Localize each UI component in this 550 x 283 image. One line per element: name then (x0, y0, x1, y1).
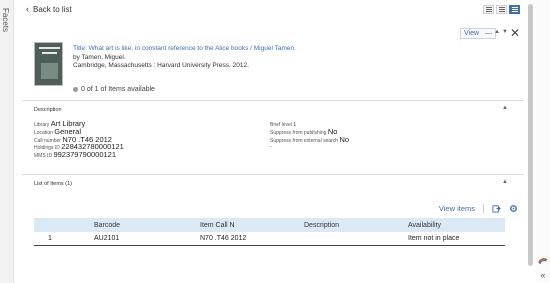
facets-label[interactable]: Facets (1, 8, 10, 32)
collapse-panel-icon[interactable]: « (537, 270, 549, 280)
back-to-list-link[interactable]: ‹ Back to list (26, 4, 72, 14)
column-header-description[interactable]: Description (298, 218, 402, 232)
record-publication: Cambridge, Massachusetts : Harvard Unive… (73, 62, 249, 69)
back-to-list-label: Back to list (33, 4, 72, 14)
record-title-link[interactable]: Title: What art is like, in constant ref… (73, 45, 296, 54)
previous-record-icon[interactable]: ▲ (494, 29, 500, 35)
availability-text: 0 of 1 of Items available (81, 86, 155, 93)
row-description (298, 232, 402, 246)
record-card: View — ▲ ▼ ✕ Title: What art is like, in… (22, 22, 524, 100)
suppress-publishing-value: No (327, 126, 338, 136)
collapse-section-icon[interactable]: ▲ (502, 105, 508, 111)
column-header-availability[interactable]: Availability (402, 218, 505, 232)
vertical-scrollbar[interactable] (528, 4, 533, 266)
location-label: Location (34, 129, 53, 136)
suppress-external-label: Suppress from external search (270, 137, 339, 144)
library-label: Library (34, 122, 50, 128)
record-author: by Tamen, Miguel. (73, 53, 126, 61)
list-view-icon[interactable] (483, 5, 494, 14)
column-header-barcode[interactable]: Barcode (88, 218, 194, 232)
right-side-strip: « (536, 0, 550, 283)
view-label: View (464, 30, 480, 37)
loading-icon (538, 258, 548, 265)
chevron-left-icon: ‹ (26, 4, 29, 14)
call-number-label: Call number (34, 137, 61, 144)
items-table: Barcode Item Call N Description Availabi… (34, 218, 505, 246)
view-items-link[interactable]: View items (439, 204, 475, 213)
availability-status: 0 of 1 of Items available (73, 86, 155, 93)
dropdown-dash-icon: — (485, 30, 492, 37)
compact-view-icon[interactable] (496, 5, 507, 14)
description-fields-left: Library Art Library Location General Cal… (34, 120, 124, 160)
settings-icon[interactable] (509, 204, 518, 213)
close-icon[interactable]: ✕ (510, 26, 520, 40)
suppress-external-value: No (339, 134, 350, 144)
next-record-icon[interactable]: ▼ (502, 29, 508, 35)
toolbar-divider (483, 204, 484, 213)
view-mode-toggles (483, 5, 520, 14)
brief-level-value: 1 (293, 122, 297, 128)
book-cover-thumbnail (34, 42, 63, 86)
column-header-call-number[interactable]: Item Call N (194, 218, 298, 232)
record-info: Title: What art is like, in constant ref… (73, 45, 296, 71)
row-call-number: N70 .T46 2012 (194, 232, 298, 246)
row-availability: Item not in place (402, 232, 505, 246)
extra-value: - (270, 144, 272, 151)
items-section-title: List of Items (1) (34, 181, 72, 187)
row-barcode[interactable]: AU2101 (88, 232, 194, 246)
suppress-publishing-label: Suppress from publishing (270, 129, 327, 136)
main-content: ‹ Back to list View — ▲ ▼ ✕ Title: What … (22, 0, 524, 283)
table-header-row: Barcode Item Call N Description Availabi… (34, 218, 505, 232)
table-row[interactable]: 1 AU2101 N70 .T46 2012 Item not in place (34, 232, 505, 246)
top-bar: ‹ Back to list (22, 4, 524, 18)
view-dropdown-button[interactable]: View — (460, 28, 496, 39)
row-index: 1 (34, 232, 88, 246)
facets-panel-tab[interactable]: Facets (0, 0, 14, 283)
availability-dot-icon (73, 87, 78, 92)
column-header-index (34, 218, 88, 232)
record-navigation: ▲ ▼ (494, 29, 508, 35)
export-icon[interactable] (492, 204, 501, 213)
description-section-title: Description (34, 107, 62, 113)
description-fields-right: Brief level 1 Suppress from publishing N… (270, 122, 349, 151)
items-toolbar: View items (439, 204, 518, 213)
mms-id-value: 992379790000121 (53, 150, 117, 160)
brief-level-label: Brief level (270, 122, 292, 128)
split-view-icon[interactable] (509, 5, 520, 14)
mms-id-label: MMS ID (34, 153, 53, 160)
collapse-items-icon[interactable]: ▲ (502, 179, 508, 185)
